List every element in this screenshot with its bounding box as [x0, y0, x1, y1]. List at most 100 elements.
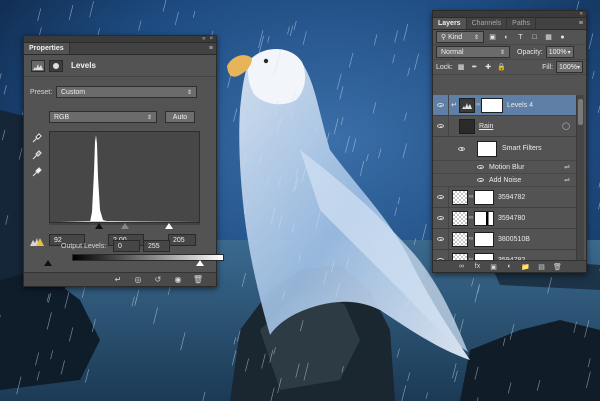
trash-icon[interactable]: 🗑 — [192, 275, 204, 285]
input-levels-slider[interactable] — [49, 222, 200, 230]
layer-row-3800510b[interactable]: ∞ 3800510B — [433, 229, 578, 250]
layers-panel-topbar: « — [433, 11, 586, 18]
filter-options-icon[interactable]: ⇌ — [564, 176, 570, 184]
layer-mask-icon[interactable] — [49, 59, 63, 72]
white-point-eyedropper-icon[interactable] — [32, 167, 42, 177]
layer-name: 3800510B — [498, 235, 530, 243]
chevron-updown-icon: ⇕ — [186, 89, 192, 96]
preset-value: Custom — [61, 88, 86, 96]
lock-all-icon[interactable]: 🔒 — [496, 62, 507, 72]
fx-icon[interactable]: fx — [473, 263, 483, 270]
output-black-handle[interactable] — [44, 260, 52, 266]
visibility-eye-icon[interactable] — [458, 146, 465, 151]
filter-pixel-icon[interactable]: ▣ — [487, 32, 498, 42]
chevron-updown-icon: ⇕ — [473, 34, 479, 41]
scrollbar-thumb[interactable] — [578, 99, 583, 125]
output-white-handle[interactable] — [196, 260, 204, 266]
input-white-field[interactable]: 205 — [168, 234, 196, 246]
add-mask-icon[interactable]: ▣ — [489, 263, 499, 271]
visibility-eye-icon[interactable] — [433, 95, 449, 115]
visibility-eye-icon[interactable] — [477, 165, 484, 169]
opacity-field[interactable]: 100% ▾ — [545, 46, 574, 58]
properties-footer: ↵ ◎ ↺ ◉ 🗑 — [24, 272, 216, 286]
tab-layers[interactable]: Layers — [433, 18, 467, 29]
gray-point-eyedropper-icon[interactable] — [32, 150, 42, 160]
layer-row-3594782[interactable]: ∞ 3594782 — [433, 187, 578, 208]
filter-toggle-icon[interactable]: ● — [557, 32, 568, 42]
filter-kind-select[interactable]: ⚲ Kind ⇕ — [436, 31, 484, 43]
filter-type-icon[interactable]: T — [515, 32, 526, 42]
visibility-eye-icon[interactable] — [433, 187, 449, 207]
smart-filter-indicator-icon[interactable]: ◯ — [562, 122, 570, 130]
chevron-updown-icon: ⇕ — [146, 114, 152, 121]
smart-filters-row[interactable]: Smart Filters — [433, 137, 578, 161]
black-point-eyedropper-icon[interactable] — [32, 133, 42, 143]
layer-row-rain[interactable]: Rain ◯ — [433, 116, 578, 137]
layers-scrollbar[interactable] — [576, 95, 584, 263]
visibility-eye-icon[interactable] — [433, 116, 449, 136]
filter-row: ⚲ Kind ⇕ ▣ ◐ T □ ▦ ● — [433, 30, 586, 45]
filter-options-icon[interactable]: ⇌ — [564, 163, 570, 171]
blend-mode-select[interactable]: Normal ⇕ — [436, 46, 510, 58]
preset-row: Preset: Custom ⇕ — [30, 86, 197, 98]
channel-select[interactable]: RGB ⇕ — [49, 111, 157, 123]
filter-row-motion-blur[interactable]: Motion Blur ⇌ — [433, 161, 578, 174]
new-group-icon[interactable]: 📁 — [521, 263, 531, 271]
clipping-warning-icon[interactable] — [30, 236, 44, 246]
smart-filter-mask-thumbnail[interactable] — [477, 140, 497, 157]
collapse-icon[interactable]: « — [202, 36, 205, 42]
mask-thumbnail[interactable] — [474, 231, 494, 247]
layer-name: Levels 4 — [507, 101, 534, 109]
panel-menu-icon[interactable]: ≡ — [209, 45, 213, 52]
trash-icon[interactable]: 🗑 — [553, 263, 563, 271]
output-levels-slider[interactable] — [44, 260, 204, 267]
visibility-eye-icon[interactable] — [433, 229, 449, 249]
reset-icon[interactable]: ↺ — [152, 275, 164, 285]
lock-move-icon[interactable]: ✚ — [483, 62, 494, 72]
tab-paths[interactable]: Paths — [507, 18, 537, 29]
preset-select[interactable]: Custom ⇕ — [56, 86, 197, 98]
lock-label: Lock: — [436, 63, 453, 71]
layer-thumbnail — [452, 210, 468, 226]
link-layers-icon[interactable]: ∞ — [457, 263, 467, 270]
collapse-icon[interactable]: « — [580, 11, 583, 17]
output-black-field[interactable]: 0 — [113, 240, 140, 252]
auto-button[interactable]: Auto — [165, 111, 195, 123]
visibility-eye-icon[interactable] — [477, 178, 484, 182]
filter-row-add-noise[interactable]: Add Noise ⇌ — [433, 174, 578, 187]
lock-transparent-icon[interactable]: ▩ — [456, 62, 467, 72]
close-panel-icon[interactable]: × — [209, 36, 213, 42]
clip-to-layer-icon[interactable]: ↵ — [112, 275, 124, 285]
properties-tabbar: Properties ≡ — [24, 43, 216, 55]
new-layer-icon[interactable]: ▤ — [537, 263, 547, 271]
preset-label: Preset: — [30, 88, 53, 96]
levels-histogram — [49, 131, 200, 223]
mask-thumbnail[interactable] — [474, 189, 494, 205]
layer-row-levels-4[interactable]: ↵ ∞ Levels 4 — [433, 95, 578, 116]
view-previous-icon[interactable]: ◎ — [132, 275, 144, 285]
visibility-eye-icon[interactable]: ◉ — [172, 275, 184, 285]
panel-menu-icon[interactable]: ≡ — [579, 20, 583, 27]
chevron-down-icon: ▾ — [567, 49, 571, 56]
filter-name: Add Noise — [489, 176, 522, 184]
visibility-eye-icon[interactable] — [433, 208, 449, 228]
lock-row: Lock: ▩ ✒ ✚ 🔒 Fill: 100% ▾ — [433, 60, 586, 75]
adjustment-thumbnail — [459, 97, 475, 113]
output-white-field[interactable]: 255 — [143, 240, 170, 252]
filter-adjustment-icon[interactable]: ◐ — [501, 32, 512, 42]
tab-properties[interactable]: Properties — [24, 43, 70, 54]
levels-adjustment-icon[interactable] — [31, 59, 45, 72]
layers-tabbar: Layers Channels Paths ≡ — [433, 18, 586, 30]
lock-brush-icon[interactable]: ✒ — [469, 62, 480, 72]
fill-field[interactable]: 100% ▾ — [556, 61, 583, 73]
histogram-graph — [60, 135, 199, 222]
mask-thumbnail[interactable] — [474, 210, 494, 226]
layers-footer: ∞ fx ▣ ◐ 📁 ▤ 🗑 — [433, 260, 586, 272]
new-adjustment-icon[interactable]: ◐ — [505, 263, 515, 270]
tab-channels[interactable]: Channels — [467, 18, 508, 29]
mask-thumbnail[interactable] — [481, 97, 503, 113]
filter-shape-icon[interactable]: □ — [529, 32, 540, 42]
layer-row-3594780[interactable]: ∞ 3594780 — [433, 208, 578, 229]
blend-mode-value: Normal — [441, 48, 464, 56]
filter-smart-object-icon[interactable]: ▦ — [543, 32, 554, 42]
